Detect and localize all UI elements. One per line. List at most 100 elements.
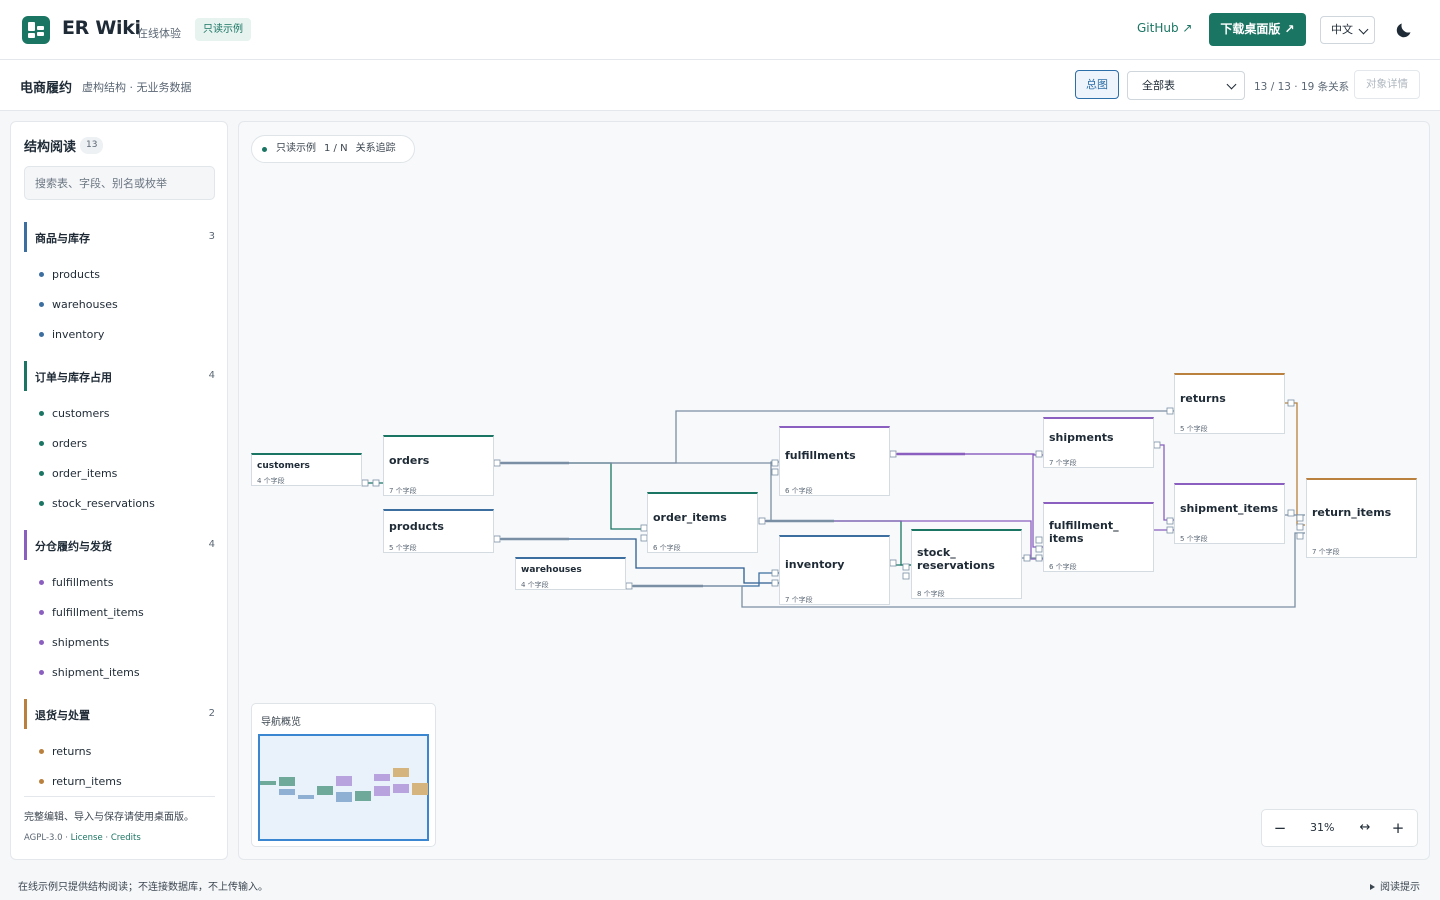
license-link[interactable]: License [71,833,103,843]
field-count: 7 个字段 [785,596,813,604]
sidebar-item-label: orders [52,437,88,450]
search-input[interactable] [24,166,215,200]
minimap-node [298,795,314,799]
fit-width-icon[interactable]: ↔ [1355,818,1375,838]
sidebar-item-label: shipment_items [52,666,140,679]
group-label: 商品与库存 [35,232,90,245]
field-count: 5 个字段 [389,544,417,552]
minimap-node [279,777,295,786]
table-node-inventory[interactable]: inventory 7 个字段 [779,535,890,605]
table-node-return-items[interactable]: return_items 7 个字段 [1306,478,1417,558]
table-node-order-items[interactable]: order_items 6 个字段 [647,492,758,553]
sidebar-item-shipment-items[interactable]: shipment_items [39,666,140,679]
sidebar-item-returns[interactable]: returns [39,745,91,758]
port-marker [1166,517,1174,525]
port-marker [1035,545,1043,553]
field-count: 5 个字段 [1180,535,1208,543]
table-node-orders[interactable]: orders 7 个字段 [383,435,494,496]
field-count: 6 个字段 [785,487,813,495]
bullet-icon [39,470,44,476]
table-name: customers [257,461,310,471]
sidebar-item-orders[interactable]: orders [39,437,87,450]
database-logo-icon[interactable] [22,16,50,44]
port-marker [771,468,779,476]
table-node-fulfillment-items[interactable]: fulfillment_ items 6 个字段 [1043,502,1154,572]
bullet-icon [39,440,44,446]
port-marker [771,569,779,577]
sidebar-item-label: warehouses [52,298,118,311]
sidebar-item-fulfillment-items[interactable]: fulfillment_items [39,606,144,619]
table-node-products[interactable]: products 5 个字段 [383,509,494,553]
port-marker [1287,509,1295,517]
reading-tips-toggle[interactable]: 阅读提示 [1370,878,1420,893]
table-node-shipment-items[interactable]: shipment_items 5 个字段 [1174,483,1285,544]
plus-icon[interactable]: + [1388,818,1408,838]
sidebar-item-customers[interactable]: customers [39,407,110,420]
sidebar-item-fulfillments[interactable]: fulfillments [39,576,113,589]
bullet-icon [39,579,44,585]
field-count: 6 个字段 [653,544,681,552]
port-marker [361,479,369,487]
credits-link[interactable]: Credits [111,833,141,843]
download-desktop-button[interactable]: 下载桌面版 ↗ [1209,13,1306,46]
table-node-returns[interactable]: returns 5 个字段 [1174,373,1285,434]
table-filter-value: 全部表 [1142,79,1175,92]
port-marker [1287,399,1295,407]
port-marker [1035,450,1043,458]
table-node-warehouses[interactable]: warehouses 4 个字段 [515,557,626,590]
footer-note: 在线示例只提供结构阅读；不连接数据库，不上传输入。 [18,882,268,893]
port-marker [889,559,897,567]
table-name: products [389,520,444,533]
minus-icon[interactable]: − [1270,818,1290,838]
minimap-panel[interactable]: 导航概览 [251,703,436,847]
port-marker [1296,532,1304,540]
caret-right-icon [1370,884,1375,890]
table-node-stock-reservations[interactable]: stock_ reservations 8 个字段 [911,529,1022,599]
sidebar-item-label: returns [52,745,92,758]
group-count: 3 [208,231,215,242]
sidebar-item-return-items[interactable]: return_items [39,775,122,788]
table-node-fulfillments[interactable]: fulfillments 6 个字段 [779,426,890,496]
field-count: 5 个字段 [1180,425,1208,433]
table-name: fulfillments [785,449,856,462]
minimap-node [260,781,276,785]
table-node-shipments[interactable]: shipments 7 个字段 [1043,417,1154,468]
project-bar: 电商履约 虚构结构 · 无业务数据 总图 全部表 13 / 13 · 19 条关… [0,60,1440,111]
overview-button[interactable]: 总图 [1075,70,1119,99]
object-detail-button[interactable]: 对象详情 [1354,70,1420,99]
moon-icon[interactable] [1395,19,1415,39]
sidebar-item-stock-reservations[interactable]: stock_reservations [39,497,155,510]
bullet-icon [39,331,44,337]
sidebar-item-order-items[interactable]: order_items [39,467,117,480]
app-subtitle: 在线体验 [137,27,181,40]
table-name: return_items [1312,506,1392,519]
relation-returns-return-items [1285,402,1305,526]
github-link[interactable]: GitHub ↗ [1137,21,1192,35]
table-name: returns [1180,392,1226,405]
group-header-orders[interactable]: 订单与库存占用 4 [24,361,215,391]
table-node-customers[interactable]: customers 4 个字段 [251,453,362,486]
group-header-returns[interactable]: 退货与处置 2 [24,699,215,729]
app-title: ER Wiki [62,17,141,39]
minimap-viewport[interactable] [258,734,429,841]
sidebar-item-inventory[interactable]: inventory [39,328,104,341]
group-header-catalog[interactable]: 商品与库存 3 [24,222,215,252]
relation-shipments-shipment-items [1153,444,1174,521]
field-count: 7 个字段 [1049,459,1077,467]
bullet-icon [39,301,44,307]
relation-orders-order-items [494,462,647,530]
language-select[interactable]: 中文 [1320,16,1375,44]
table-filter-select[interactable]: 全部表 [1127,71,1245,100]
sidebar-item-shipments[interactable]: shipments [39,636,109,649]
er-diagram-canvas[interactable]: 只读示例 1 / N 关系追踪 customers 4 个字段 orders 7… [238,121,1430,860]
port-marker [493,535,501,543]
language-value: 中文 [1331,23,1353,36]
chevron-down-icon [1226,79,1237,90]
sidebar-divider [24,796,215,797]
sidebar-item-warehouses[interactable]: warehouses [39,298,118,311]
sidebar-item-products[interactable]: products [39,268,100,281]
field-count: 7 个字段 [1312,548,1340,556]
chevron-down-icon [1358,24,1369,35]
table-name: order_items [653,511,727,524]
group-header-fulfillment[interactable]: 分仓履约与发货 4 [24,530,215,560]
